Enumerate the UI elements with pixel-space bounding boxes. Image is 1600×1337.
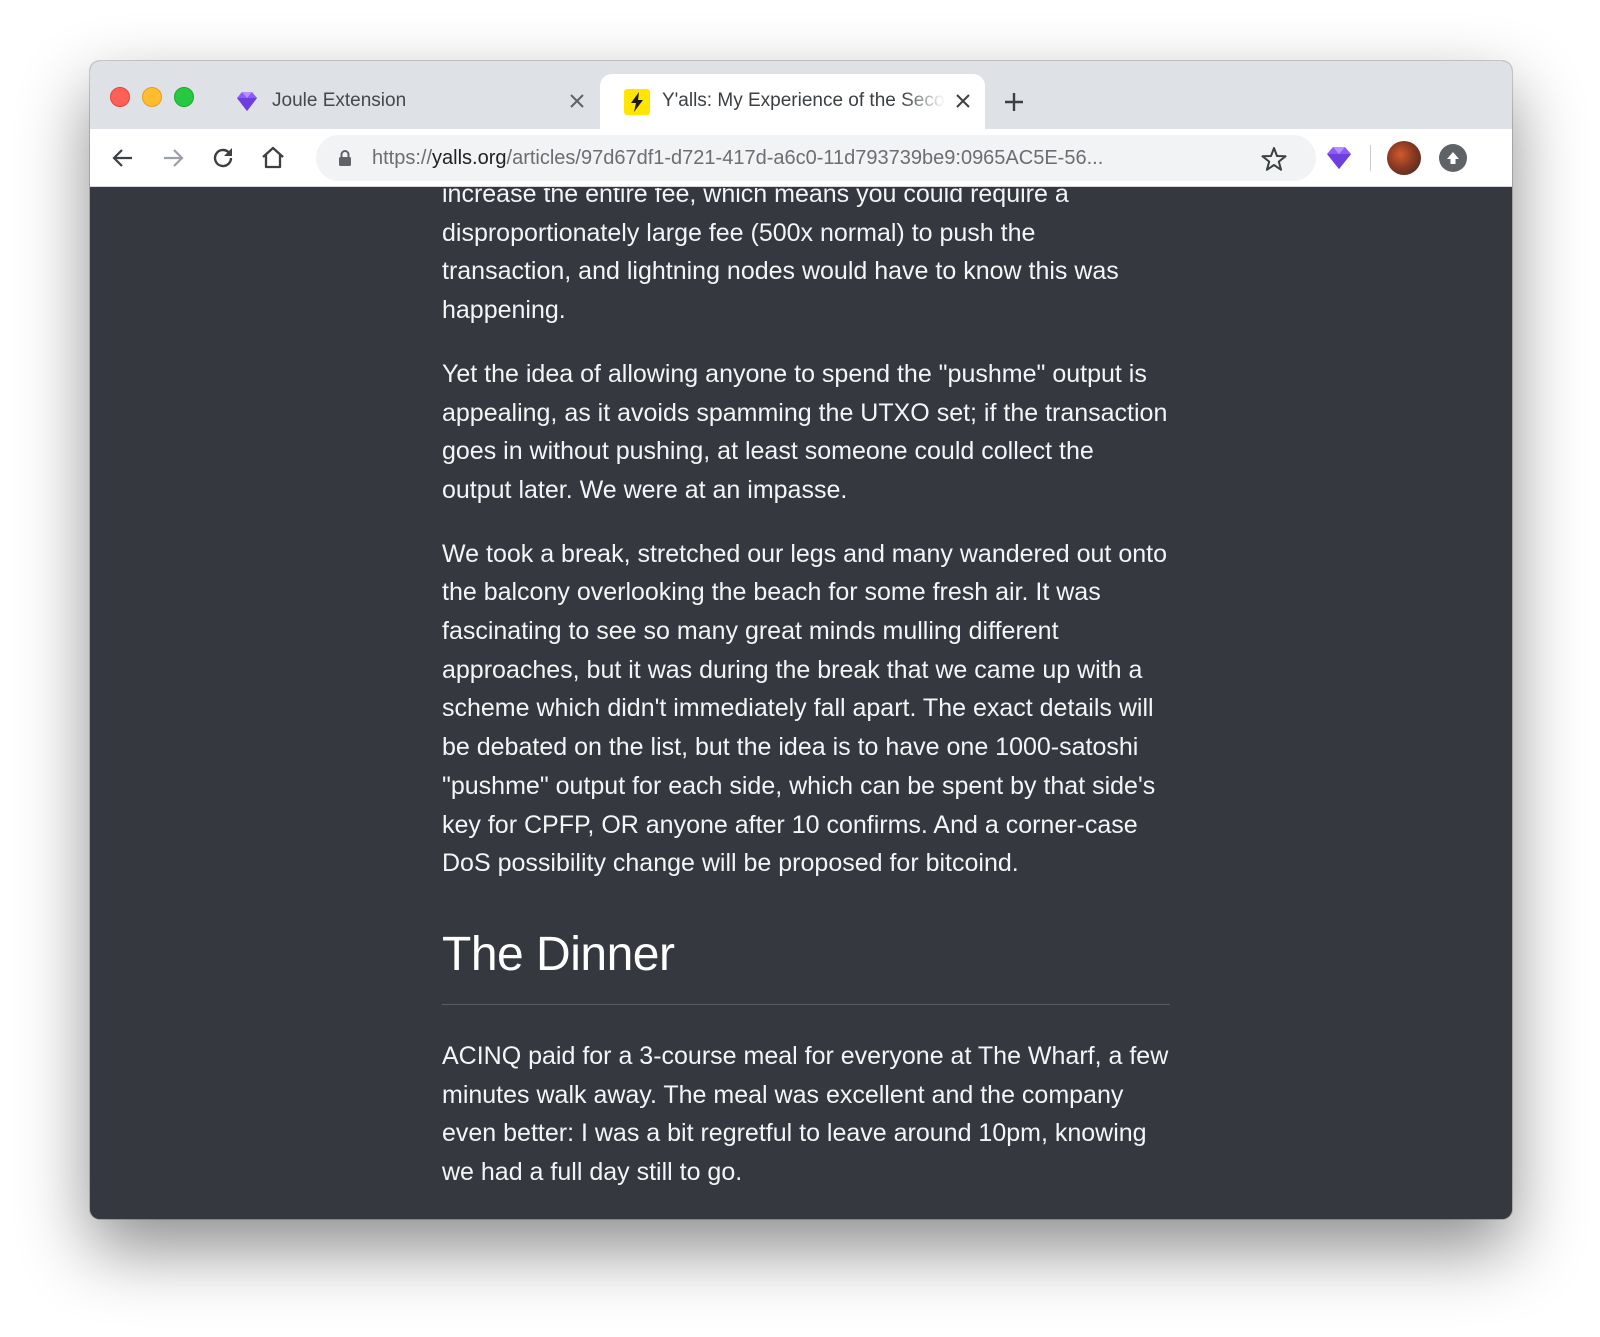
tab-joule-extension[interactable]: Joule Extension	[210, 74, 590, 129]
url-scheme: https://	[372, 147, 433, 169]
reload-icon	[213, 148, 233, 168]
yalls-lightning-icon	[624, 89, 650, 115]
window-close-button[interactable]	[110, 87, 130, 107]
home-icon	[262, 146, 284, 169]
browser-window: Joule Extension Y'alls: My Experience of…	[90, 61, 1512, 1219]
window-maximize-button[interactable]	[174, 87, 194, 107]
toolbar-divider	[1370, 145, 1371, 171]
article-paragraph: ACINQ paid for a 3-course meal for every…	[442, 1041, 1169, 1187]
tab-yalls-article[interactable]: Y'alls: My Experience of the Second Ligh…	[600, 74, 985, 129]
joule-diamond-icon	[237, 92, 257, 111]
new-tab-button[interactable]	[1000, 88, 1028, 116]
tab-close-icon[interactable]	[951, 89, 975, 113]
lock-icon	[339, 150, 351, 166]
reload-button[interactable]	[206, 141, 240, 175]
arrow-left-icon	[112, 149, 132, 167]
back-button[interactable]	[106, 141, 140, 175]
article-paragraph: We took a break, stretched our legs and …	[442, 539, 1167, 878]
url-host: yalls.org	[432, 147, 507, 169]
update-icon[interactable]	[1439, 144, 1467, 172]
joule-extension-icon[interactable]	[1325, 145, 1353, 171]
home-button[interactable]	[256, 141, 290, 175]
tab-strip: Joule Extension Y'alls: My Experience of…	[90, 61, 1512, 129]
forward-button[interactable]	[156, 141, 190, 175]
article-paragraph: increase the entire fee, which means you…	[442, 188, 1119, 325]
arrow-up-icon	[1447, 152, 1459, 164]
plus-icon	[1005, 93, 1023, 111]
page-content: increase the entire fee, which means you…	[90, 188, 1512, 1219]
bookmark-star-icon[interactable]	[1260, 145, 1288, 173]
article-paragraph: Yet the idea of allowing anyone to spend…	[442, 359, 1168, 504]
tab-title: Joule Extension	[272, 90, 407, 111]
window-minimize-button[interactable]	[142, 87, 162, 107]
section-heading: The Dinner	[442, 926, 1170, 1005]
tab-title: Y'alls: My Experience of the Second Ligh…	[662, 90, 945, 111]
article-body: increase the entire fee, which means you…	[442, 188, 1170, 1217]
profile-avatar[interactable]	[1387, 141, 1421, 175]
tab-close-icon[interactable]	[565, 89, 589, 113]
arrow-right-icon	[164, 149, 184, 167]
url-text: https://yalls.org/articles/97d67df1-d721…	[372, 147, 1257, 170]
browser-toolbar: https://yalls.org/articles/97d67df1-d721…	[90, 129, 1512, 187]
address-bar[interactable]: https://yalls.org/articles/97d67df1-d721…	[316, 135, 1316, 181]
url-path: /articles/97d67df1-d721-417d-a6c0-11d793…	[506, 147, 1104, 169]
